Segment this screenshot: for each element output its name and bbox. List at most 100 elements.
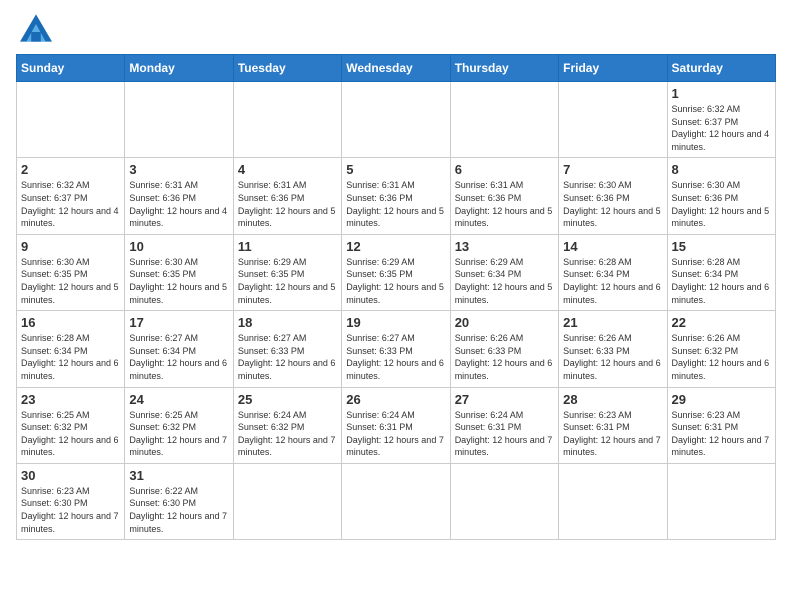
day-info: Sunrise: 6:28 AM Sunset: 6:34 PM Dayligh… — [563, 256, 662, 306]
calendar-week-row: 16Sunrise: 6:28 AM Sunset: 6:34 PM Dayli… — [17, 311, 776, 387]
calendar-week-row: 30 Sunrise: 6:23 AM Sunset: 6:30 PM Dayli… — [17, 463, 776, 539]
calendar-cell — [559, 463, 667, 539]
day-of-week-header: Thursday — [450, 55, 558, 82]
calendar-cell: 4 Sunrise: 6:31 AM Sunset: 6:36 PM Daylig… — [233, 158, 341, 234]
day-number: 31 — [129, 468, 228, 483]
day-info: Sunrise: 6:31 AM Sunset: 6:36 PM Dayligh… — [455, 179, 554, 229]
day-of-week-header: Monday — [125, 55, 233, 82]
day-of-week-header: Wednesday — [342, 55, 450, 82]
calendar-cell: 7 Sunrise: 6:30 AM Sunset: 6:36 PM Daylig… — [559, 158, 667, 234]
day-info: Sunrise: 6:29 AM Sunset: 6:35 PM Dayligh… — [238, 256, 337, 306]
day-of-week-header: Friday — [559, 55, 667, 82]
day-info: Sunrise: 6:32 AM Sunset: 6:37 PM Dayligh… — [21, 179, 120, 229]
day-info: Sunrise: 6:24 AM Sunset: 6:32 PM Dayligh… — [238, 409, 337, 459]
day-info: Sunrise: 6:24 AM Sunset: 6:31 PM Dayligh… — [455, 409, 554, 459]
calendar-cell — [559, 82, 667, 158]
day-info: Sunrise: 6:30 AM Sunset: 6:36 PM Dayligh… — [672, 179, 771, 229]
day-info: Sunrise: 6:29 AM Sunset: 6:35 PM Dayligh… — [346, 256, 445, 306]
calendar-week-row: 2 Sunrise: 6:32 AM Sunset: 6:37 PM Daylig… — [17, 158, 776, 234]
calendar-cell: 24 Sunrise: 6:25 AM Sunset: 6:32 PM Dayli… — [125, 387, 233, 463]
day-number: 6 — [455, 162, 554, 177]
calendar-cell — [233, 463, 341, 539]
day-number: 2 — [21, 162, 120, 177]
calendar-cell — [342, 463, 450, 539]
calendar-cell — [17, 82, 125, 158]
day-info: Sunrise: 6:26 AM Sunset: 6:32 PM Dayligh… — [672, 332, 771, 382]
calendar-cell — [450, 82, 558, 158]
calendar-cell: 20 Sunrise: 6:26 AM Sunset: 6:33 PM Dayli… — [450, 311, 558, 387]
calendar-cell: 29 Sunrise: 6:23 AM Sunset: 6:31 PM Dayli… — [667, 387, 775, 463]
day-info: Sunrise: 6:25 AM Sunset: 6:32 PM Dayligh… — [129, 409, 228, 459]
calendar-week-row: 23 Sunrise: 6:25 AM Sunset: 6:32 PM Dayli… — [17, 387, 776, 463]
day-of-week-header: Tuesday — [233, 55, 341, 82]
day-info: Sunrise: 6:23 AM Sunset: 6:31 PM Dayligh… — [672, 409, 771, 459]
day-of-week-header: Saturday — [667, 55, 775, 82]
day-info: Sunrise: 6:23 AM Sunset: 6:31 PM Dayligh… — [563, 409, 662, 459]
calendar-cell: 8 Sunrise: 6:30 AM Sunset: 6:36 PM Daylig… — [667, 158, 775, 234]
day-number: 12 — [346, 239, 445, 254]
calendar-cell: 30 Sunrise: 6:23 AM Sunset: 6:30 PM Dayli… — [17, 463, 125, 539]
day-info: Sunrise: 6:27 AM Sunset: 6:33 PM Dayligh… — [238, 332, 337, 382]
calendar-week-row: 9Sunrise: 6:30 AM Sunset: 6:35 PM Daylig… — [17, 234, 776, 310]
day-number: 21 — [563, 315, 662, 330]
calendar-cell: 18 Sunrise: 6:27 AM Sunset: 6:33 PM Dayli… — [233, 311, 341, 387]
page-header — [16, 16, 776, 44]
day-number: 5 — [346, 162, 445, 177]
calendar-cell: 2 Sunrise: 6:32 AM Sunset: 6:37 PM Daylig… — [17, 158, 125, 234]
calendar-cell: 25Sunrise: 6:24 AM Sunset: 6:32 PM Dayli… — [233, 387, 341, 463]
day-number: 8 — [672, 162, 771, 177]
logo-icon — [20, 14, 52, 42]
day-number: 4 — [238, 162, 337, 177]
day-number: 7 — [563, 162, 662, 177]
day-info: Sunrise: 6:28 AM Sunset: 6:34 PM Dayligh… — [672, 256, 771, 306]
day-info: Sunrise: 6:30 AM Sunset: 6:35 PM Dayligh… — [129, 256, 228, 306]
calendar-cell: 19 Sunrise: 6:27 AM Sunset: 6:33 PM Dayli… — [342, 311, 450, 387]
calendar-cell — [125, 82, 233, 158]
day-number: 29 — [672, 392, 771, 407]
calendar-cell — [450, 463, 558, 539]
day-info: Sunrise: 6:31 AM Sunset: 6:36 PM Dayligh… — [238, 179, 337, 229]
day-number: 3 — [129, 162, 228, 177]
calendar-cell: 6 Sunrise: 6:31 AM Sunset: 6:36 PM Daylig… — [450, 158, 558, 234]
calendar-cell: 23 Sunrise: 6:25 AM Sunset: 6:32 PM Dayli… — [17, 387, 125, 463]
day-number: 19 — [346, 315, 445, 330]
day-number: 30 — [21, 468, 120, 483]
calendar-cell: 31 Sunrise: 6:22 AM Sunset: 6:30 PM Dayli… — [125, 463, 233, 539]
day-number: 22 — [672, 315, 771, 330]
calendar-cell — [667, 463, 775, 539]
day-info: Sunrise: 6:32 AM Sunset: 6:37 PM Dayligh… — [672, 103, 771, 153]
day-info: Sunrise: 6:27 AM Sunset: 6:33 PM Dayligh… — [346, 332, 445, 382]
day-number: 24 — [129, 392, 228, 407]
day-number: 26 — [346, 392, 445, 407]
calendar-table: SundayMondayTuesdayWednesdayThursdayFrid… — [16, 54, 776, 540]
day-info: Sunrise: 6:28 AM Sunset: 6:34 PM Dayligh… — [21, 332, 120, 382]
day-number: 23 — [21, 392, 120, 407]
day-info: Sunrise: 6:23 AM Sunset: 6:30 PM Dayligh… — [21, 485, 120, 535]
day-info: Sunrise: 6:26 AM Sunset: 6:33 PM Dayligh… — [455, 332, 554, 382]
day-info: Sunrise: 6:22 AM Sunset: 6:30 PM Dayligh… — [129, 485, 228, 535]
day-number: 17 — [129, 315, 228, 330]
day-number: 14 — [563, 239, 662, 254]
day-number: 27 — [455, 392, 554, 407]
calendar-cell: 14 Sunrise: 6:28 AM Sunset: 6:34 PM Dayli… — [559, 234, 667, 310]
day-info: Sunrise: 6:30 AM Sunset: 6:36 PM Dayligh… — [563, 179, 662, 229]
calendar-cell: 26 Sunrise: 6:24 AM Sunset: 6:31 PM Dayli… — [342, 387, 450, 463]
calendar-cell: 13Sunrise: 6:29 AM Sunset: 6:34 PM Dayli… — [450, 234, 558, 310]
day-info: Sunrise: 6:29 AM Sunset: 6:34 PM Dayligh… — [455, 256, 554, 306]
calendar-cell: 15 Sunrise: 6:28 AM Sunset: 6:34 PM Dayli… — [667, 234, 775, 310]
calendar-cell: 9Sunrise: 6:30 AM Sunset: 6:35 PM Daylig… — [17, 234, 125, 310]
calendar-cell: 21 Sunrise: 6:26 AM Sunset: 6:33 PM Dayli… — [559, 311, 667, 387]
calendar-cell: 17 Sunrise: 6:27 AM Sunset: 6:34 PM Dayli… — [125, 311, 233, 387]
day-number: 20 — [455, 315, 554, 330]
day-number: 18 — [238, 315, 337, 330]
calendar-cell: 27 Sunrise: 6:24 AM Sunset: 6:31 PM Dayli… — [450, 387, 558, 463]
day-number: 10 — [129, 239, 228, 254]
day-info: Sunrise: 6:25 AM Sunset: 6:32 PM Dayligh… — [21, 409, 120, 459]
calendar-cell: 22 Sunrise: 6:26 AM Sunset: 6:32 PM Dayli… — [667, 311, 775, 387]
logo — [16, 16, 52, 44]
day-info: Sunrise: 6:26 AM Sunset: 6:33 PM Dayligh… — [563, 332, 662, 382]
day-number: 28 — [563, 392, 662, 407]
day-info: Sunrise: 6:27 AM Sunset: 6:34 PM Dayligh… — [129, 332, 228, 382]
day-info: Sunrise: 6:24 AM Sunset: 6:31 PM Dayligh… — [346, 409, 445, 459]
day-number: 15 — [672, 239, 771, 254]
